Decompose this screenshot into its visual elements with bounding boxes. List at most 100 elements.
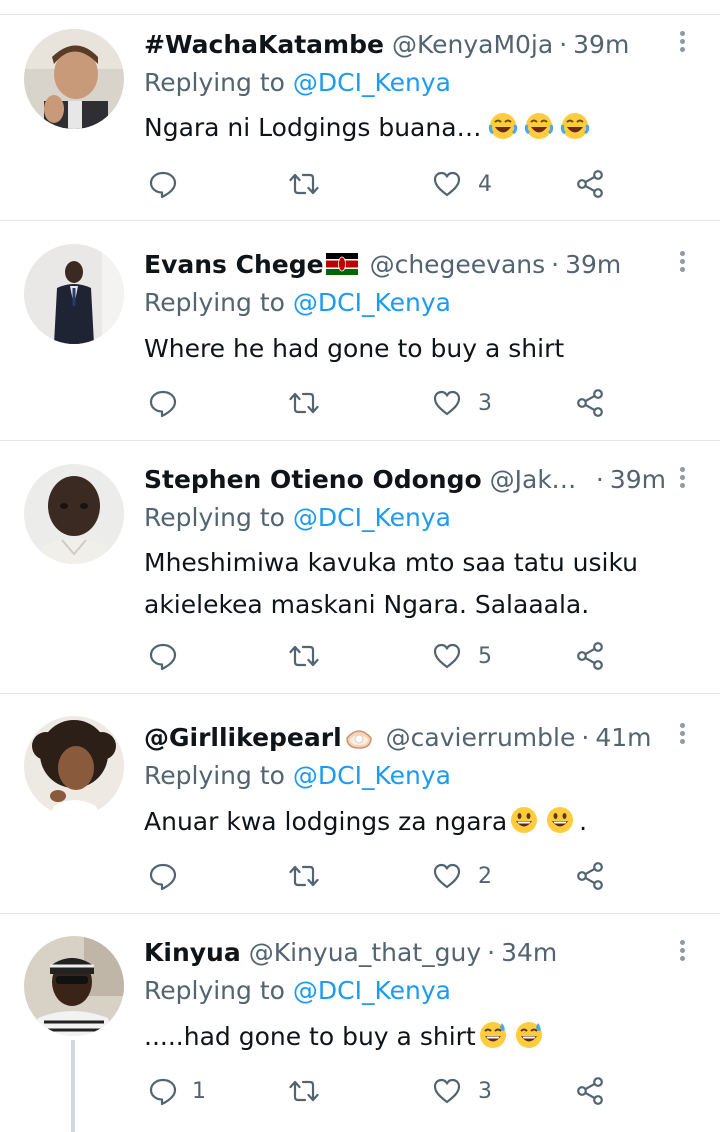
separator-dot: · bbox=[559, 29, 568, 59]
share-button[interactable] bbox=[576, 383, 606, 423]
reply-icon bbox=[149, 390, 177, 418]
reply-button[interactable] bbox=[148, 164, 194, 204]
replying-to-label: Replying to bbox=[144, 976, 285, 1005]
retweet-icon bbox=[289, 392, 319, 414]
tweet-actions: 4 bbox=[0, 164, 720, 204]
user-handle[interactable]: @Jaka... bbox=[490, 465, 582, 494]
tweet-text: Where he had gone to buy a shirt bbox=[144, 328, 680, 370]
retweet-button[interactable] bbox=[289, 1071, 319, 1111]
tweet-actions: 2 bbox=[0, 856, 720, 896]
tweet-body: Ngara ni Lodgings buana… bbox=[144, 113, 482, 142]
replying-to-label: Replying to bbox=[144, 288, 285, 317]
retweet-icon bbox=[289, 865, 319, 887]
display-name[interactable]: Kinyua bbox=[144, 938, 241, 967]
display-name[interactable]: Stephen Otieno Odongo bbox=[144, 465, 482, 494]
laughing-tears-emoji bbox=[524, 113, 553, 139]
grinning-emoji bbox=[511, 807, 538, 833]
like-count: 3 bbox=[478, 1078, 492, 1104]
retweet-icon bbox=[289, 645, 319, 667]
display-name[interactable]: @Girllikepearl bbox=[144, 723, 342, 752]
avatar[interactable] bbox=[24, 244, 124, 344]
user-handle[interactable]: @cavierrumble bbox=[386, 723, 576, 752]
like-button[interactable]: 3 bbox=[432, 1071, 492, 1111]
reply-button[interactable] bbox=[148, 383, 194, 423]
timestamp[interactable]: 39m bbox=[565, 250, 621, 279]
tweet-actions: 1 3 bbox=[0, 1071, 720, 1111]
like-button[interactable]: 2 bbox=[432, 856, 492, 896]
reply-icon bbox=[149, 863, 177, 891]
replying-to-handle[interactable]: @DCI_Kenya bbox=[293, 68, 451, 97]
share-icon bbox=[577, 642, 603, 670]
tweet-text: Ngara ni Lodgings buana… bbox=[144, 107, 680, 149]
avatar[interactable] bbox=[24, 29, 124, 129]
heart-icon bbox=[433, 390, 461, 416]
reply-icon bbox=[149, 1078, 177, 1106]
tweet[interactable]: Stephen Otieno Odongo @Jaka... · 39m Rep… bbox=[0, 441, 720, 694]
user-handle[interactable]: @KenyaM0ja bbox=[392, 30, 553, 59]
more-options-icon[interactable] bbox=[672, 248, 692, 278]
more-options-icon[interactable] bbox=[672, 720, 692, 750]
user-handle[interactable]: @Kinyua_that_guy bbox=[249, 938, 481, 967]
like-button[interactable]: 3 bbox=[432, 383, 492, 423]
tweet[interactable]: @Girllikepearl @cavierrumble · 41m Reply… bbox=[0, 694, 720, 914]
tweet-body: .....had gone to buy a shirt bbox=[144, 1022, 476, 1051]
retweet-button[interactable] bbox=[289, 856, 319, 896]
avatar[interactable] bbox=[24, 716, 124, 816]
retweet-button[interactable] bbox=[289, 383, 319, 423]
tweet-actions: 5 bbox=[0, 636, 720, 676]
reply-button[interactable] bbox=[148, 856, 194, 896]
retweet-icon bbox=[289, 1080, 319, 1102]
separator-dot: · bbox=[581, 722, 590, 752]
reply-icon bbox=[149, 643, 177, 671]
grinning-emoji bbox=[547, 807, 574, 833]
replying-to: Replying to @DCI_Kenya bbox=[144, 503, 451, 532]
replying-to: Replying to @DCI_Kenya bbox=[144, 761, 451, 790]
heart-icon bbox=[433, 863, 461, 889]
replying-to: Replying to @DCI_Kenya bbox=[144, 976, 451, 1005]
user-handle[interactable]: @chegeevans bbox=[370, 250, 546, 279]
more-options-icon[interactable] bbox=[672, 937, 692, 967]
reply-icon bbox=[149, 171, 177, 199]
replying-to-handle[interactable]: @DCI_Kenya bbox=[293, 503, 451, 532]
more-options-icon[interactable] bbox=[672, 28, 692, 58]
retweet-button[interactable] bbox=[289, 164, 319, 204]
tweet-actions: 3 bbox=[0, 383, 720, 423]
oyster-pearl-emoji bbox=[345, 730, 372, 749]
replying-to-handle[interactable]: @DCI_Kenya bbox=[293, 976, 451, 1005]
timestamp[interactable]: 41m bbox=[595, 723, 651, 752]
timestamp[interactable]: 34m bbox=[501, 938, 557, 967]
display-name[interactable]: #WachaKatambe bbox=[144, 30, 384, 59]
share-button[interactable] bbox=[576, 636, 606, 676]
like-count: 5 bbox=[478, 643, 492, 669]
reply-count: 1 bbox=[192, 1078, 206, 1104]
reply-button[interactable]: 1 bbox=[148, 1071, 206, 1111]
tweet-text: Anuar kwa lodgings za ngara. bbox=[144, 801, 680, 843]
replying-to-handle[interactable]: @DCI_Kenya bbox=[293, 761, 451, 790]
like-button[interactable]: 5 bbox=[432, 636, 492, 676]
avatar[interactable] bbox=[24, 936, 124, 1036]
tweet[interactable]: Kinyua @Kinyua_that_guy · 34m Replying t… bbox=[0, 914, 720, 1132]
replying-to-label: Replying to bbox=[144, 761, 285, 790]
replying-to-label: Replying to bbox=[144, 503, 285, 532]
like-button[interactable]: 4 bbox=[432, 164, 492, 204]
laughing-tears-emoji bbox=[560, 113, 589, 139]
tweet[interactable]: #WachaKatambe @KenyaM0ja · 39m Replying … bbox=[0, 14, 720, 221]
share-button[interactable] bbox=[576, 1071, 606, 1111]
avatar[interactable] bbox=[24, 464, 124, 564]
replying-to-handle[interactable]: @DCI_Kenya bbox=[293, 288, 451, 317]
timestamp[interactable]: 39m bbox=[610, 465, 666, 494]
tweet-header: @Girllikepearl @cavierrumble · 41m bbox=[144, 717, 660, 757]
display-name[interactable]: Evans Chege bbox=[144, 250, 324, 279]
tweet[interactable]: Evans Chege @chegeevans · 39m Replying t… bbox=[0, 221, 720, 441]
tweet-header: Evans Chege @chegeevans · 39m bbox=[144, 244, 660, 284]
like-count: 4 bbox=[478, 171, 492, 197]
heart-icon bbox=[433, 1078, 461, 1104]
share-button[interactable] bbox=[576, 164, 606, 204]
sweat-smile-emoji bbox=[515, 1022, 542, 1048]
reply-button[interactable] bbox=[148, 636, 194, 676]
more-options-icon[interactable] bbox=[672, 464, 692, 494]
share-button[interactable] bbox=[576, 856, 606, 896]
timestamp[interactable]: 39m bbox=[573, 30, 629, 59]
retweet-button[interactable] bbox=[289, 636, 319, 676]
like-count: 3 bbox=[478, 390, 492, 416]
